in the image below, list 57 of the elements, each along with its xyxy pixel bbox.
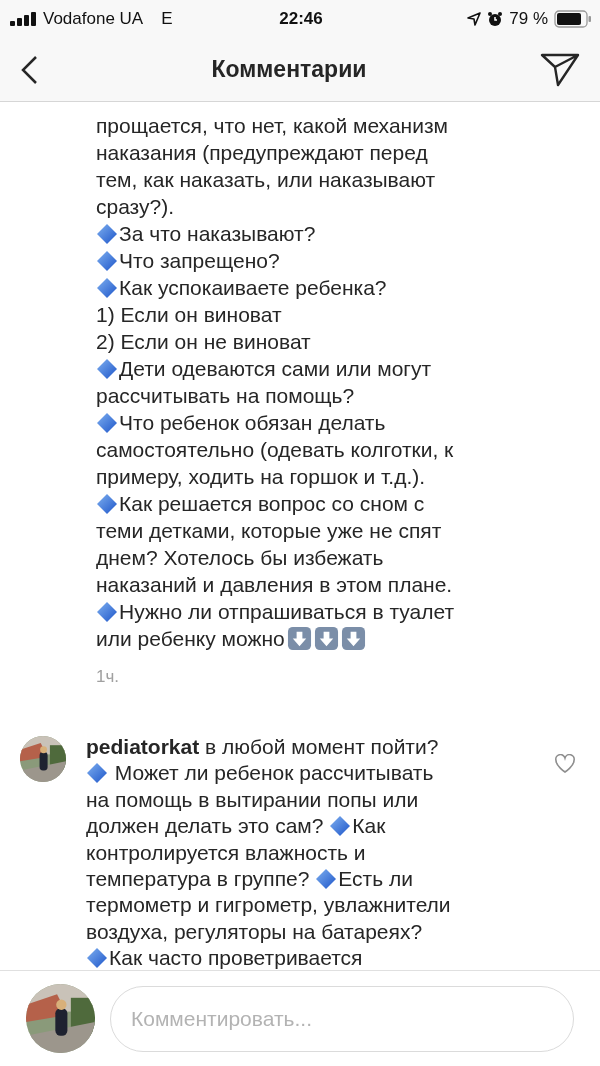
alarm-clock-icon (487, 11, 504, 27)
comment-text: на помощь в вытирании попы или (86, 787, 419, 811)
comment-text: примеру, ходить на горшок и т.д.). (96, 465, 426, 488)
comment-time: 1ч. (96, 666, 121, 688)
page-title: Комментарии (211, 56, 367, 83)
diamond-icon (96, 358, 118, 380)
diamond-icon (96, 493, 118, 515)
comment-text: Есть ли (338, 866, 413, 890)
comment-text: или ребенку можно (96, 627, 285, 650)
comment-text: должен делать это сам? (86, 814, 325, 838)
comment-text: днем? Хотелось бы избежать (96, 546, 384, 569)
comment-text: наказаний и давления в этом плане. (96, 573, 453, 596)
comment-text: За что наказывают? (119, 222, 316, 245)
comment-text: тем, как наказать, или наказывают (96, 168, 436, 191)
diamond-icon (315, 867, 338, 890)
comment-input[interactable]: Комментировать... (110, 985, 574, 1052)
diamond-icon (329, 815, 352, 838)
comment-text: температура в группе? (86, 866, 311, 890)
signal-icon (10, 12, 37, 26)
comment-text: Что ребенок обязан делать (119, 411, 386, 434)
comment-text: Что запрещено? (119, 249, 280, 272)
network-type: E (161, 9, 173, 29)
carrier-name: Vodafone UA (43, 9, 144, 29)
comment-text: термометр и гигрометр, увлажнители (86, 893, 451, 917)
comment-text: воздуха, регуляторы на батареях? (86, 919, 423, 943)
diamond-icon (96, 412, 118, 434)
diamond-icon (96, 223, 118, 245)
diamond-icon (96, 277, 118, 299)
comment-text: сразу?). (96, 195, 175, 218)
diamond-icon (96, 250, 118, 272)
comment-text: 1) Если он виноват (96, 303, 282, 326)
comment-text: Как успокаиваете ребенка? (119, 276, 387, 299)
heart-icon[interactable] (554, 754, 576, 774)
comment-text: прощается, что нет, какой механизм (96, 114, 448, 137)
battery-icon (554, 10, 592, 28)
comment-text: Дети одеваются сами или могут (119, 357, 432, 380)
diamond-icon (96, 601, 118, 623)
diamond-icon (86, 947, 108, 970)
comment-text: наказания (предупреждают перед (96, 141, 428, 164)
clock-time: 22:46 (279, 9, 323, 29)
comment-text: Нужно ли отпрашиваться в туалет (119, 600, 455, 623)
comment-text: Как (352, 814, 386, 838)
comment-text: Как решается вопрос со сном с (119, 492, 425, 515)
diamond-icon (86, 762, 108, 785)
battery-percent: 79 % (509, 9, 548, 29)
comment-text: Может ли ребенок рассчитывать (113, 761, 434, 785)
paper-plane-icon[interactable] (540, 52, 580, 87)
location-arrow-icon (467, 12, 482, 26)
comment-text: 2) Если он не виноват (96, 330, 311, 353)
comment-text: в любой момент пойти? (204, 735, 439, 758)
back-icon[interactable] (20, 54, 38, 85)
comment-text: контролируется влажность и (86, 840, 366, 864)
comment-text: Как часто проветривается (109, 946, 363, 970)
comment-text: самостоятельно (одевать колготки, к (96, 438, 454, 461)
comment-text: теми детками, которые уже не спят (96, 519, 442, 542)
username-link[interactable]: pediatorkat (86, 735, 200, 758)
comment-text: рассчитывать на помощь? (96, 384, 355, 407)
